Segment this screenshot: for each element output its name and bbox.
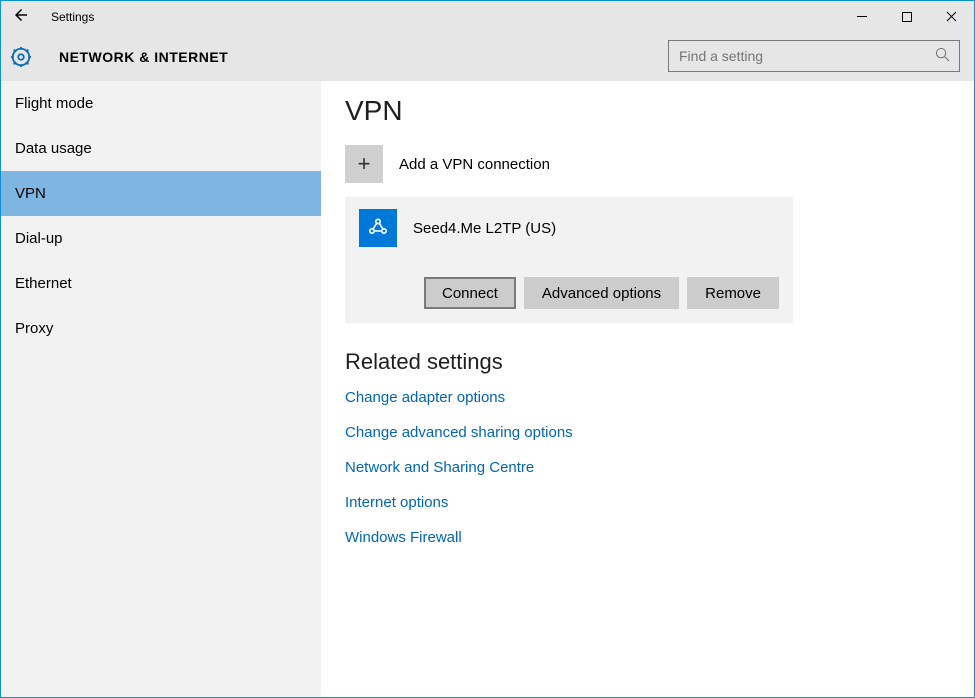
link-windows-firewall[interactable]: Windows Firewall [345, 529, 974, 546]
window-title: Settings [51, 10, 94, 24]
maximize-icon [902, 12, 912, 22]
sidebar-item-flight-mode[interactable]: Flight mode [1, 81, 321, 126]
plus-icon: + [358, 151, 371, 177]
vpn-connection-card[interactable]: Seed4.Me L2TP (US) Connect Advanced opti… [345, 197, 793, 323]
connect-button[interactable]: Connect [424, 277, 516, 309]
link-change-advanced-sharing[interactable]: Change advanced sharing options [345, 424, 974, 441]
close-button[interactable] [929, 1, 974, 32]
vpn-connection-icon [359, 209, 397, 247]
gear-icon [10, 46, 32, 68]
maximize-button[interactable] [884, 1, 929, 32]
network-icon [366, 216, 390, 240]
close-icon [946, 11, 957, 22]
advanced-options-button[interactable]: Advanced options [524, 277, 679, 309]
vpn-connection-name: Seed4.Me L2TP (US) [413, 220, 556, 237]
window-controls [839, 1, 974, 32]
settings-gear[interactable] [1, 46, 41, 68]
search-input[interactable] [669, 48, 925, 64]
page-heading: VPN [345, 95, 974, 127]
sidebar-item-dial-up[interactable]: Dial-up [1, 216, 321, 261]
search-box[interactable] [668, 40, 960, 72]
section-title: NETWORK & INTERNET [59, 49, 228, 65]
link-network-sharing-centre[interactable]: Network and Sharing Centre [345, 459, 974, 476]
sidebar-item-ethernet[interactable]: Ethernet [1, 261, 321, 306]
vpn-button-row: Connect Advanced options Remove [359, 277, 779, 309]
main-panel: VPN + Add a VPN connection [321, 81, 974, 697]
header: NETWORK & INTERNET [1, 32, 974, 81]
link-change-adapter-options[interactable]: Change adapter options [345, 389, 974, 406]
add-vpn-button[interactable]: + [345, 145, 383, 183]
minimize-button[interactable] [839, 1, 884, 32]
sidebar-item-proxy[interactable]: Proxy [1, 306, 321, 351]
arrow-left-icon [12, 6, 30, 24]
add-vpn-label: Add a VPN connection [399, 156, 550, 173]
titlebar: Settings [1, 1, 974, 32]
search-icon [935, 47, 950, 62]
minimize-icon [857, 12, 867, 22]
sidebar-item-vpn[interactable]: VPN [1, 171, 321, 216]
body: Flight mode Data usage VPN Dial-up Ether… [1, 81, 974, 697]
remove-button[interactable]: Remove [687, 277, 779, 309]
sidebar: Flight mode Data usage VPN Dial-up Ether… [1, 81, 321, 697]
sidebar-item-data-usage[interactable]: Data usage [1, 126, 321, 171]
back-button[interactable] [1, 6, 41, 27]
search-button[interactable] [925, 47, 959, 65]
vpn-connection-header: Seed4.Me L2TP (US) [359, 209, 779, 247]
add-vpn-row[interactable]: + Add a VPN connection [345, 145, 974, 183]
link-internet-options[interactable]: Internet options [345, 494, 974, 511]
related-settings-heading: Related settings [345, 349, 974, 375]
